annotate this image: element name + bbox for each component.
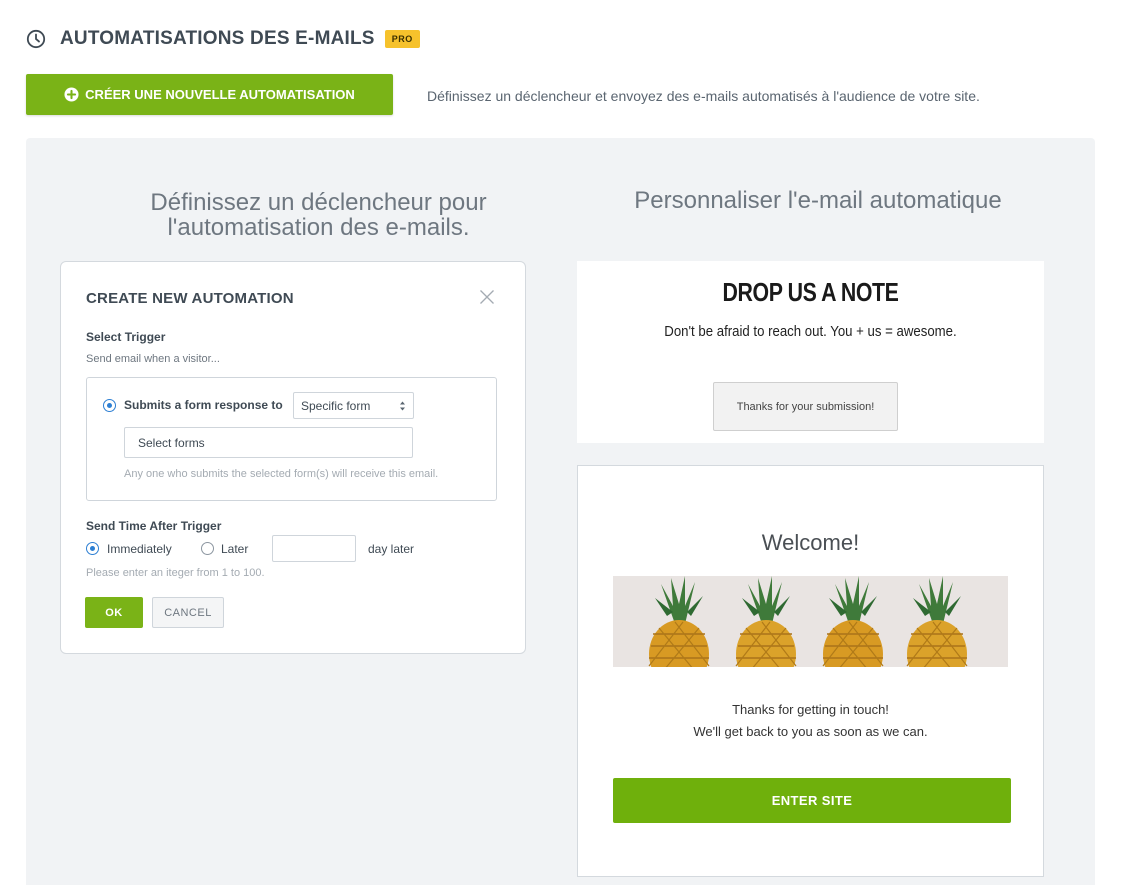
later-radio[interactable] bbox=[201, 542, 214, 555]
page-title: AUTOMATISATIONS DES E-MAILS bbox=[60, 28, 375, 49]
create-automation-button[interactable]: CRÉER UNE NOUVELLE AUTOMATISATION bbox=[26, 74, 393, 115]
pro-badge: PRO bbox=[384, 30, 420, 48]
page-header: AUTOMATISATIONS DES E-MAILS PRO bbox=[26, 26, 420, 52]
plus-circle-icon bbox=[64, 87, 79, 102]
email-body: Thanks for getting in touch! We'll get b… bbox=[578, 699, 1043, 743]
send-email-when-text: Send email when a visitor... bbox=[86, 353, 220, 365]
email-preview: Welcome! Thanks for getting in touch! We… bbox=[577, 465, 1044, 877]
email-body-line1: Thanks for getting in touch! bbox=[732, 702, 889, 717]
trigger-options-box: Submits a form response to Specific form… bbox=[86, 377, 497, 501]
form-response-label: Submits a form response to bbox=[124, 398, 283, 412]
later-label: Later bbox=[221, 542, 249, 556]
send-time-label: Send Time After Trigger bbox=[86, 519, 222, 533]
day-later-label: day later bbox=[368, 542, 415, 556]
email-welcome: Welcome! bbox=[761, 530, 860, 555]
email-body-line2: We'll get back to you as soon as we can. bbox=[693, 724, 928, 739]
select-forms-input[interactable]: Select forms bbox=[124, 427, 413, 458]
ok-button[interactable]: OK bbox=[85, 597, 143, 628]
create-description: Définissez un déclencheur et envoyez des… bbox=[427, 88, 980, 104]
note-subtitle: Don't be afraid to reach out. You + us =… bbox=[664, 323, 957, 340]
select-arrows-icon bbox=[400, 401, 405, 411]
trigger-heading-line2: l'automatisation des e-mails. bbox=[167, 214, 470, 241]
pineapples-image bbox=[613, 576, 1008, 667]
cancel-button[interactable]: CANCEL bbox=[152, 597, 224, 628]
enter-site-button[interactable]: ENTER SITE bbox=[613, 778, 1011, 823]
close-icon[interactable] bbox=[479, 289, 495, 305]
days-later-input[interactable] bbox=[272, 535, 356, 562]
contact-form-preview: DROP US A NOTE Don't be afraid to reach … bbox=[577, 261, 1044, 443]
integer-hint: Please enter an iteger from 1 to 100. bbox=[86, 567, 265, 579]
customize-heading: Personnaliser l'e-mail automatique bbox=[634, 187, 1002, 214]
note-title: DROP US A NOTE bbox=[722, 277, 899, 307]
trigger-heading: Définissez un déclencheur pour l'automat… bbox=[86, 190, 551, 240]
create-automation-label: CRÉER UNE NOUVELLE AUTOMATISATION bbox=[85, 87, 355, 102]
immediately-label: Immediately bbox=[107, 542, 172, 556]
select-trigger-label: Select Trigger bbox=[86, 330, 166, 344]
create-automation-modal: CREATE NEW AUTOMATION Select Trigger Sen… bbox=[60, 261, 526, 654]
form-response-radio[interactable] bbox=[103, 399, 116, 412]
submission-message: Thanks for your submission! bbox=[713, 382, 898, 431]
modal-title: CREATE NEW AUTOMATION bbox=[86, 290, 294, 307]
form-type-select-value: Specific form bbox=[301, 399, 371, 413]
immediately-radio[interactable] bbox=[86, 542, 99, 555]
trigger-heading-line1: Définissez un déclencheur pour bbox=[150, 189, 487, 216]
forms-hint: Any one who submits the selected form(s)… bbox=[124, 468, 439, 480]
preview-panel: Définissez un déclencheur pour l'automat… bbox=[26, 138, 1095, 885]
form-type-select[interactable]: Specific form bbox=[293, 392, 414, 419]
clock-icon bbox=[26, 29, 46, 49]
